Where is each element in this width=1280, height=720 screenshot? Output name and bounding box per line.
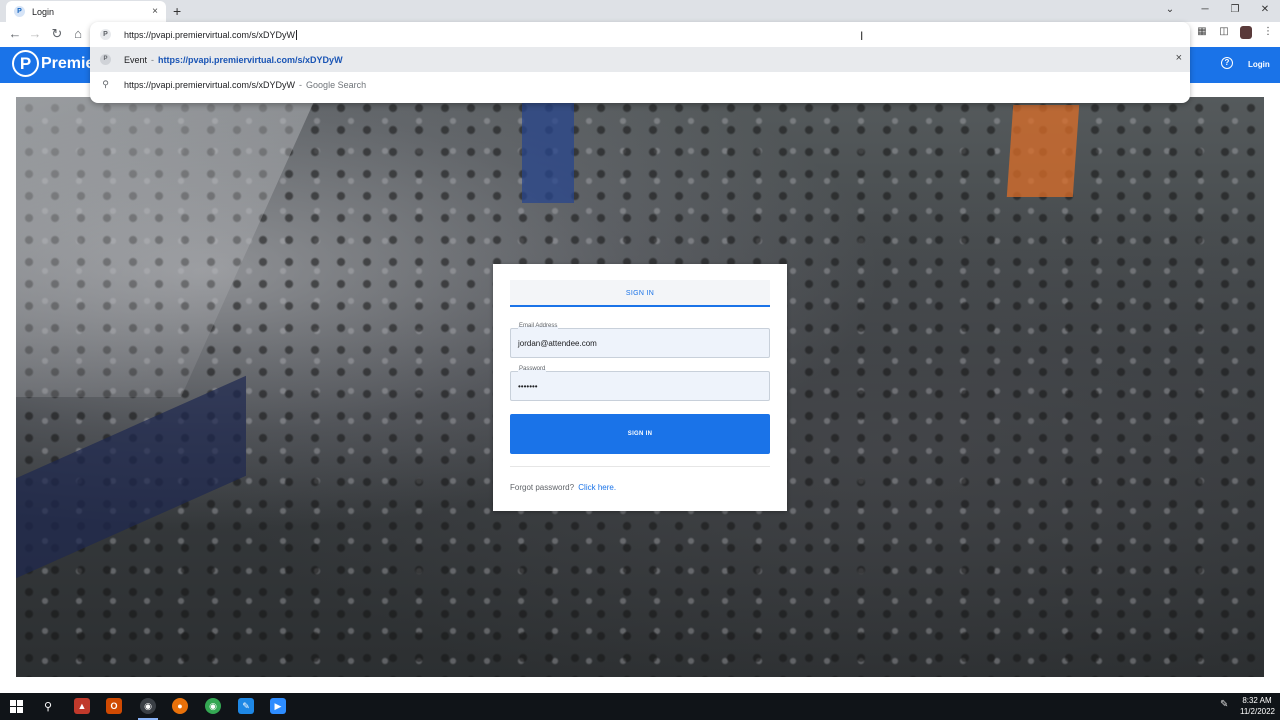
tab-search-icon[interactable]: ⌄ <box>1150 0 1190 22</box>
hero-photo-banner <box>1006 105 1080 197</box>
email-label: Email Address <box>518 323 559 329</box>
email-field[interactable]: Email Address jordan@attendee.com <box>510 323 770 358</box>
address-text: https://pvapi.premiervirtual.com/s/xDYDy… <box>124 29 296 40</box>
logo-text: Premie <box>41 54 95 72</box>
password-label: Password <box>518 366 547 372</box>
windows-taskbar: ⚲ ▲ O ◉ ● ◉ ✎ ▶ ✎ 8:32 AM 11/2/2022 <box>0 693 1280 720</box>
close-window-button[interactable]: ✕ <box>1250 0 1280 22</box>
premier-favicon-icon: P <box>14 6 25 17</box>
reload-icon[interactable]: ↻ <box>48 26 66 42</box>
text-cursor <box>296 29 298 40</box>
suggestion-separator: - <box>299 79 303 90</box>
hero-photo-table <box>16 375 246 579</box>
chrome-icon[interactable]: ◉ <box>140 698 156 714</box>
logo-mark: P <box>12 50 39 77</box>
new-tab-button[interactable]: + <box>173 3 181 19</box>
help-icon[interactable]: ? <box>1221 57 1233 69</box>
hero-photo-wall <box>16 97 316 397</box>
login-link[interactable]: Login <box>1248 60 1270 69</box>
menu-kebab-icon[interactable]: ⋮ <box>1262 26 1274 39</box>
suggestion-url: https://pvapi.premiervirtual.com/s/xDYDy… <box>158 54 343 65</box>
site-info-icon[interactable]: P <box>100 29 111 40</box>
office-icon[interactable]: O <box>106 698 122 714</box>
forgot-password-row: Forgot password? Click here. <box>510 483 616 492</box>
forgot-password-text: Forgot password? <box>510 483 575 492</box>
home-icon[interactable]: ⌂ <box>69 26 87 42</box>
hero-photo-banner <box>522 103 574 203</box>
browser-tabstrip: P Login × + ⌄ ─ ❐ ✕ <box>0 0 1280 22</box>
clock-date: 11/2/2022 <box>1240 707 1275 716</box>
suggestion-event[interactable]: P Event - https://pvapi.premiervirtual.c… <box>90 47 1190 72</box>
suggestion-separator: - <box>151 54 155 65</box>
premier-virtual-logo[interactable]: P Premie <box>12 50 94 77</box>
suggestion-label: Event <box>124 54 148 65</box>
premier-favicon-icon: P <box>100 54 111 65</box>
suggestion-query: https://pvapi.premiervirtual.com/s/xDYDy… <box>124 79 296 90</box>
app-icon[interactable]: ▲ <box>74 698 90 714</box>
puzzle-icon[interactable]: ▦ <box>1196 26 1208 39</box>
sign-in-button[interactable]: SIGN IN <box>510 414 770 454</box>
clock-time: 8:32 AM <box>1242 696 1272 705</box>
sidepanel-icon[interactable]: ◫ <box>1218 26 1230 39</box>
search-icon: ⚲ <box>102 79 109 89</box>
firefox-icon[interactable]: ● <box>172 698 188 714</box>
password-field[interactable]: Password ••••••• <box>510 366 770 401</box>
browser-extension-area: ▦ ◫ ⋮ <box>1196 26 1274 39</box>
restore-button[interactable]: ❐ <box>1220 0 1250 22</box>
chrome-profile-icon[interactable]: ◉ <box>205 698 221 714</box>
pen-tray-icon[interactable]: ✎ <box>1220 699 1228 710</box>
forward-icon[interactable]: → <box>26 26 44 42</box>
tab-title: Login <box>32 6 55 17</box>
minimize-button[interactable]: ─ <box>1190 0 1220 22</box>
back-icon[interactable]: ← <box>6 26 24 42</box>
email-value: jordan@attendee.com <box>518 339 597 348</box>
signin-card: SIGN IN Email Address jordan@attendee.co… <box>493 264 787 511</box>
mouse-text-cursor-icon: I <box>860 29 864 43</box>
tab-sign-in[interactable]: SIGN IN <box>510 280 770 307</box>
password-value: ••••••• <box>518 382 538 391</box>
search-icon[interactable]: ⚲ <box>40 698 56 714</box>
window-controls: ⌄ ─ ❐ ✕ <box>1150 0 1280 22</box>
address-bar[interactable]: P https://pvapi.premiervirtual.com/s/xDY… <box>90 22 1190 47</box>
profile-avatar[interactable] <box>1240 26 1252 39</box>
omnibox-dropdown: P https://pvapi.premiervirtual.com/s/xDY… <box>90 22 1190 103</box>
browser-tab-login[interactable]: P Login × <box>6 1 166 22</box>
remove-suggestion-icon[interactable]: × <box>1176 52 1182 64</box>
app-icon-2[interactable]: ✎ <box>238 698 254 714</box>
suggestion-source: Google Search <box>306 79 367 90</box>
forgot-password-link[interactable]: Click here. <box>578 483 616 492</box>
suggestion-google-search[interactable]: ⚲ https://pvapi.premiervirtual.com/s/xDY… <box>90 72 1190 97</box>
divider <box>510 466 770 467</box>
system-clock[interactable]: 8:32 AM 11/2/2022 <box>1240 695 1275 717</box>
tab-close-icon[interactable]: × <box>152 6 158 17</box>
zoom-icon[interactable]: ▶ <box>270 698 286 714</box>
windows-start-icon[interactable] <box>8 698 24 714</box>
